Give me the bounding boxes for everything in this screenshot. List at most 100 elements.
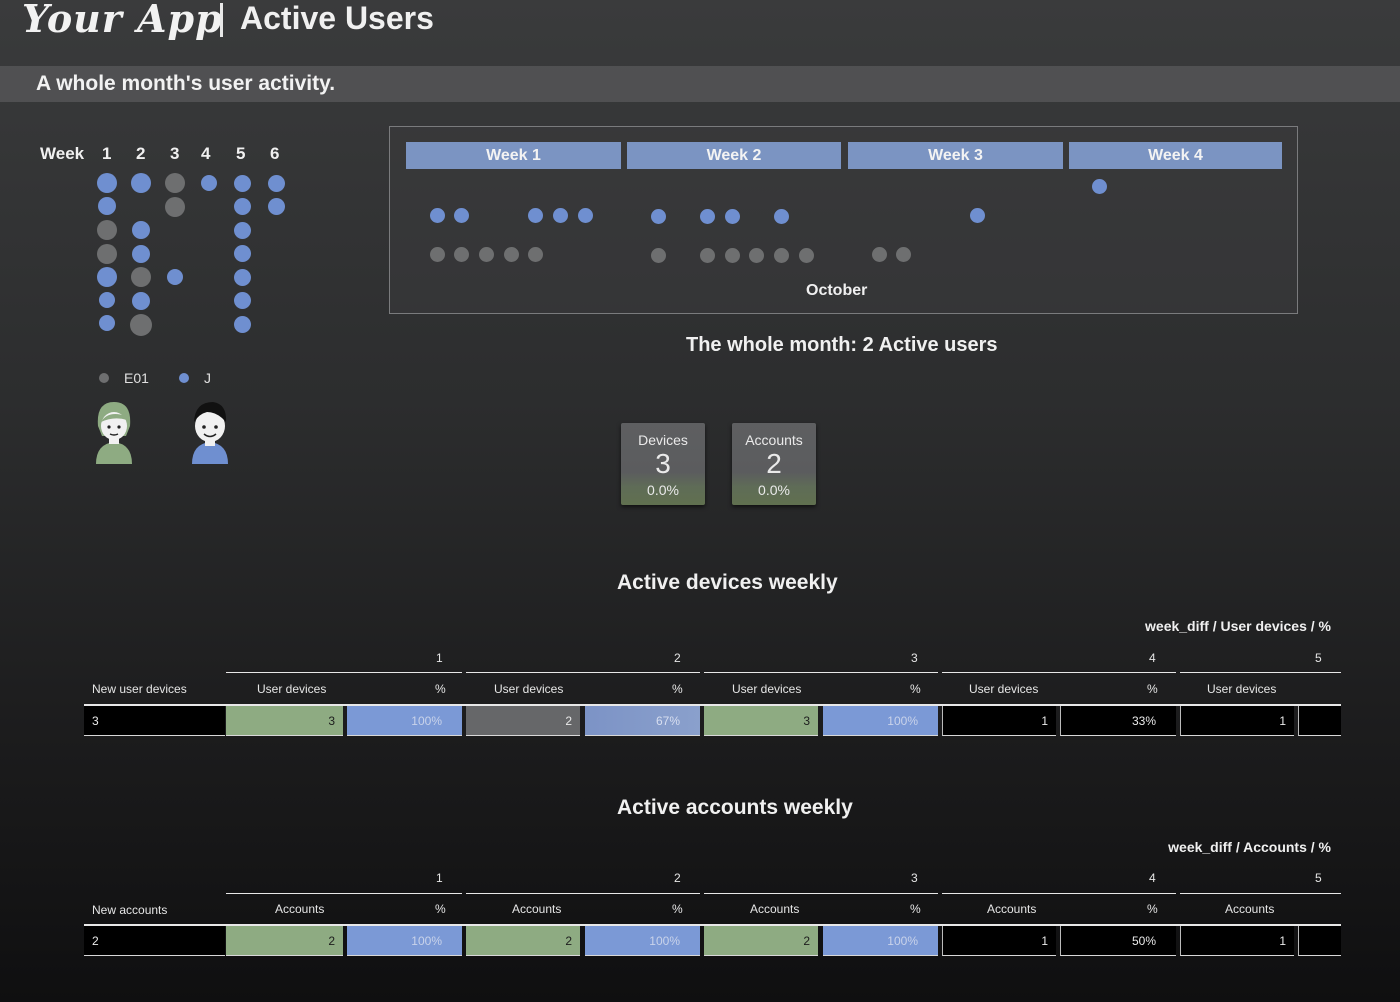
- activity-dot: [132, 221, 150, 239]
- week-diff-number: 4: [1149, 651, 1156, 665]
- activity-dot: [97, 220, 117, 240]
- calendar-dot: [528, 247, 543, 262]
- col-header-accounts: Accounts: [987, 902, 1037, 916]
- cell-percent: 100%: [823, 926, 938, 956]
- kpi-label: Devices: [638, 432, 688, 448]
- cell-percent: 33%: [1060, 706, 1176, 736]
- calendar-dot: [774, 248, 789, 263]
- week-diff-number: 2: [674, 871, 681, 885]
- calendar-dot: [430, 208, 445, 223]
- activity-dot: [99, 315, 115, 331]
- calendar-dot: [896, 247, 911, 262]
- col-header-percent: %: [435, 682, 446, 696]
- activity-dot: [165, 197, 185, 217]
- cell-accounts: 2: [466, 926, 580, 956]
- avatar-user-j: [185, 398, 235, 464]
- week-diff-number: 4: [1149, 871, 1156, 885]
- col-header-percent: %: [1147, 682, 1158, 696]
- col-header-accounts: Accounts: [512, 902, 562, 916]
- cell-percent-empty: [1298, 926, 1341, 956]
- page-title: Active Users: [240, 0, 434, 36]
- legend-dot-j: [179, 373, 189, 383]
- cell-user-devices: 3: [226, 706, 343, 736]
- cell-new-devices: 3: [84, 706, 225, 736]
- activity-dot: [234, 222, 251, 239]
- activity-dot: [167, 269, 183, 285]
- calendar-week-header: Week 4: [1069, 142, 1282, 169]
- col-header-user-devices: User devices: [969, 682, 1039, 696]
- activity-dot: [132, 292, 150, 310]
- page-subtitle: A whole month's user activity.: [36, 72, 336, 95]
- activity-dot: [131, 267, 151, 287]
- cell-user-devices: 1: [1180, 706, 1294, 736]
- week-label: Week: [40, 144, 85, 163]
- cell-percent: 100%: [347, 926, 462, 956]
- calendar-dot: [651, 248, 666, 263]
- calendar-dot: [430, 247, 445, 262]
- calendar-dot: [700, 248, 715, 263]
- row-header-new-accounts: New accounts: [92, 903, 168, 917]
- calendar-dot: [700, 209, 715, 224]
- activity-dot: [234, 292, 251, 309]
- calendar-dot: [528, 208, 543, 223]
- devices-table-title: Active devices weekly: [617, 571, 838, 594]
- col-header-user-devices: User devices: [257, 682, 327, 696]
- cell-accounts: 2: [704, 926, 818, 956]
- col-header-user-devices: User devices: [732, 682, 802, 696]
- kpi-label: Accounts: [745, 432, 803, 448]
- title-divider: [220, 3, 223, 37]
- calendar-dot: [479, 247, 494, 262]
- activity-dot: [234, 269, 251, 286]
- col-header-percent: %: [1147, 902, 1158, 916]
- row-header-new-devices: New user devices: [92, 682, 187, 696]
- kpi-value: 3: [655, 448, 671, 479]
- calendar-dot: [970, 208, 985, 223]
- week-number: 5: [236, 144, 246, 163]
- col-header-percent: %: [672, 902, 683, 916]
- cell-percent-empty: [1298, 706, 1341, 736]
- cell-accounts: 1: [942, 926, 1056, 956]
- legend-dot-e01: [99, 373, 109, 383]
- col-header-user-devices: User devices: [1207, 682, 1277, 696]
- cell-percent: 100%: [347, 706, 462, 736]
- calendar-week-header: Week 1: [406, 142, 621, 169]
- calendar-dot: [454, 208, 469, 223]
- activity-dot: [234, 198, 251, 215]
- calendar-dot: [749, 248, 764, 263]
- legend-label-e01: E01: [124, 370, 149, 386]
- activity-dot: [99, 292, 115, 308]
- kpi-value: 2: [766, 448, 782, 479]
- activity-dot: [165, 173, 185, 193]
- activity-dot: [268, 175, 285, 192]
- cell-accounts: 1: [1180, 926, 1294, 956]
- calendar-dot: [725, 248, 740, 263]
- activity-dot: [131, 173, 151, 193]
- col-header-percent: %: [910, 682, 921, 696]
- accounts-table-title: Active accounts weekly: [617, 796, 853, 819]
- col-header-user-devices: User devices: [494, 682, 564, 696]
- week-number: 3: [170, 144, 180, 163]
- cell-percent: 50%: [1060, 926, 1176, 956]
- accounts-pivot-header: week_diff / Accounts / %: [1168, 839, 1331, 855]
- cell-percent: 100%: [585, 926, 700, 956]
- week-number: 6: [270, 144, 280, 163]
- activity-dot: [234, 316, 251, 333]
- calendar-week-header: Week 3: [848, 142, 1063, 169]
- activity-dot: [234, 245, 251, 262]
- calendar-week-header: Week 2: [627, 142, 841, 169]
- calendar-dot: [774, 209, 789, 224]
- week-diff-number: 1: [436, 871, 443, 885]
- calendar-dot: [1092, 179, 1107, 194]
- cell-percent: 100%: [823, 706, 938, 736]
- activity-dot: [132, 245, 150, 263]
- kpi-card-devices: Devices 3 0.0%: [621, 423, 705, 505]
- cell-user-devices: 1: [942, 706, 1056, 736]
- week-diff-number: 5: [1315, 871, 1322, 885]
- kpi-card-accounts: Accounts 2 0.0%: [732, 423, 816, 505]
- col-header-percent: %: [910, 902, 921, 916]
- week-diff-number: 5: [1315, 651, 1322, 665]
- activity-dot: [97, 267, 117, 287]
- kpi-percent: 0.0%: [647, 482, 679, 498]
- week-number: 2: [136, 144, 146, 163]
- activity-dot: [130, 314, 152, 336]
